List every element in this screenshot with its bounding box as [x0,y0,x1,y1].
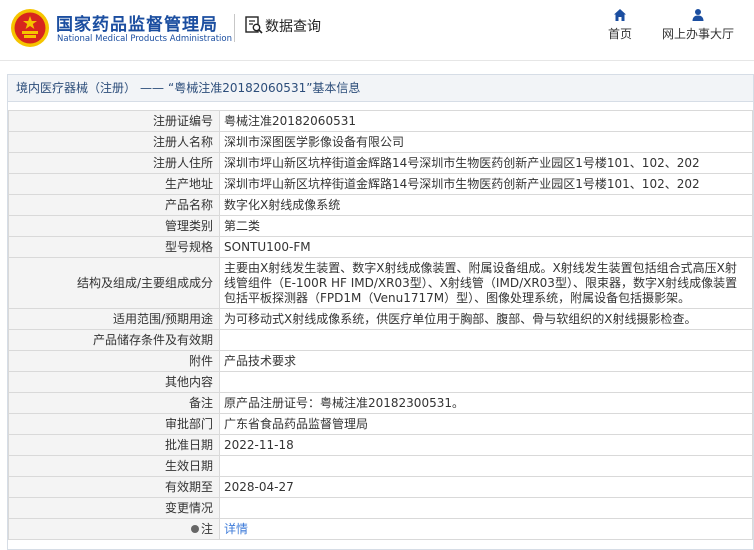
table-row: 附件 产品技术要求 [8,350,753,372]
detail-table: 注册证编号 粤械注准20182060531 注册人名称 深圳市深图医学影像设备有限公… [8,110,753,540]
field-label: 注册人名称 [8,131,220,153]
nav-home-label: 首页 [607,27,632,41]
field-value: 深圳市坪山新区坑梓街道金辉路14号深圳市生物医药创新产业园区1号楼101、102… [219,173,753,195]
note-label-cell: 注 [8,518,220,540]
table-row: 批准日期 2022-11-18 [8,434,753,456]
field-value: 深圳市深图医学影像设备有限公司 [219,131,753,153]
panel-title: 境内医疗器械（注册） —— “粤械注准20182060531”基本信息 [8,75,753,102]
field-label: 有效期至 [8,476,220,498]
note-label: 注 [200,521,213,536]
table-row: 适用范围/预期用途 为可移动式X射线成像系统，供医疗单位用于胸部、腹部、骨与软组织… [8,308,753,330]
field-value [219,497,753,519]
brand-name-en: National Medical Products Administration [57,34,232,44]
field-value: 2028-04-27 [219,476,753,498]
breadcrumb-separator: —— [140,81,165,95]
field-value: 2022-11-18 [219,434,753,456]
table-row: 型号规格 SONTU100-FM [8,236,753,258]
field-label: 生效日期 [8,455,220,477]
field-value: 主要由X射线发生装置、数字X射线成像装置、附属设备组成。X射线发生装置包括组合式… [219,257,753,309]
table-row: 变更情况 [8,497,753,519]
field-label: 附件 [8,350,220,372]
field-value [219,329,753,351]
field-label: 管理类别 [8,215,220,237]
field-label: 注册人住所 [8,152,220,174]
field-label: 型号规格 [8,236,220,258]
field-label: 生产地址 [8,173,220,195]
brand-name-cn: 国家药品监督管理局 [56,15,218,35]
field-value: 广东省食品药品监督管理局 [219,413,753,435]
field-label: 注册证编号 [8,110,220,132]
pin-icon [190,525,199,533]
table-row: 生效日期 [8,455,753,477]
table-row: 注册人名称 深圳市深图医学影像设备有限公司 [8,131,753,153]
table-row: 产品储存条件及有效期 [8,329,753,351]
field-label: 结构及组成/主要组成成分 [8,257,220,309]
field-label: 批准日期 [8,434,220,456]
field-value: 第二类 [219,215,753,237]
field-label: 产品名称 [8,194,220,216]
table-row: 注册人住所 深圳市坪山新区坑梓街道金辉路14号深圳市生物医药创新产业园区1号楼10… [8,152,753,174]
table-row: 生产地址 深圳市坪山新区坑梓街道金辉路14号深圳市生物医药创新产业园区1号楼101… [8,173,753,195]
breadcrumb-category[interactable]: 境内医疗器械（注册） [16,81,136,95]
panel-title-text: “粤械注准20182060531”基本信息 [168,81,361,95]
field-label: 适用范围/预期用途 [8,308,220,330]
field-label: 其他内容 [8,371,220,393]
field-label: 变更情况 [8,497,220,519]
table-row: 注册证编号 粤械注准20182060531 [8,110,753,132]
table-row: 审批部门 广东省食品药品监督管理局 [8,413,753,435]
details-link[interactable]: 详情 [224,522,248,536]
header-divider [234,14,235,42]
table-row: 产品名称 数字化X射线成像系统 [8,194,753,216]
field-value: 粤械注准20182060531 [219,110,753,132]
data-query-icon [245,16,263,34]
info-panel: 境内医疗器械（注册） —— “粤械注准20182060531”基本信息 注册证编号粤… [7,74,754,550]
table-row: 备注 原产品注册证号：粤械注准20182300531。 [8,392,753,414]
field-value: 深圳市坪山新区坑梓街道金辉路14号深圳市生物医药创新产业园区1号楼101、102… [219,152,753,174]
field-value: SONTU100-FM [219,236,753,258]
nav-home-link[interactable]: 首页 [603,8,637,42]
field-label: 备注 [8,392,220,414]
field-label: 产品储存条件及有效期 [8,329,220,351]
nav-online-label: 网上办事大厅 [661,27,734,41]
field-value [219,455,753,477]
national-emblem-icon [11,9,49,47]
field-value: 为可移动式X射线成像系统，供医疗单位用于胸部、腹部、骨与软组织的X射线摄影检查。 [219,308,753,330]
note-value-cell: 详情 [219,518,753,540]
table-row-note: 注 详情 [8,518,753,540]
field-label: 审批部门 [8,413,220,435]
field-value: 产品技术要求 [219,350,753,372]
nav-online-hall-link[interactable]: 网上办事大厅 [656,8,740,42]
field-value: 数字化X射线成像系统 [219,194,753,216]
table-row: 其他内容 [8,371,753,393]
table-row: 结构及组成/主要组成成分 主要由X射线发生装置、数字X射线成像装置、附属设备组成。… [8,257,753,309]
field-value [219,371,753,393]
home-icon [614,9,626,21]
table-row: 管理类别 第二类 [8,215,753,237]
user-icon [692,9,704,21]
table-row: 有效期至 2028-04-27 [8,476,753,498]
page-section-title: 数据查询 [265,19,321,35]
site-header: 国家药品监督管理局 National Medical Products Admi… [0,0,754,61]
field-value: 原产品注册证号：粤械注准20182300531。 [219,392,753,414]
